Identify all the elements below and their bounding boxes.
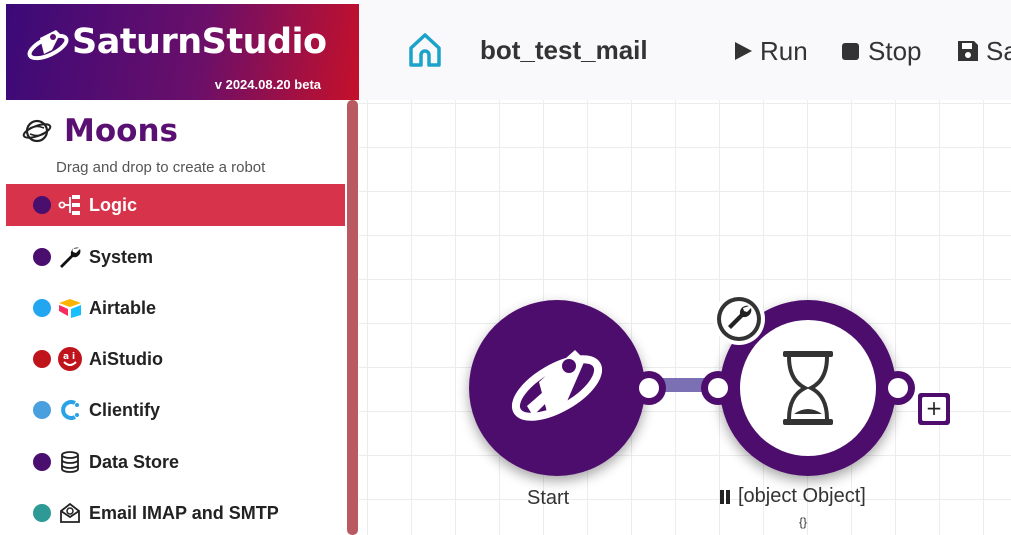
run-label: Run xyxy=(760,35,808,66)
category-label: System xyxy=(89,246,154,267)
wait-node-label: [object Object] xyxy=(738,485,866,507)
play-icon xyxy=(735,42,752,60)
category-dot xyxy=(33,453,51,471)
stop-button[interactable]: Stop xyxy=(840,34,922,68)
saturn-planet-icon xyxy=(22,119,52,143)
category-dot xyxy=(33,196,51,214)
database-icon xyxy=(57,449,83,475)
category-label: Logic xyxy=(89,194,137,215)
bot-name: bot_test_mail xyxy=(480,35,648,65)
save-button[interactable]: Sa xyxy=(956,34,1011,68)
saturn-logo-icon xyxy=(27,30,69,61)
category-system[interactable]: System xyxy=(6,236,345,278)
brand-header: SaturnStudio v 2024.08.20 beta xyxy=(6,4,359,100)
wait-node-sublabel: {} xyxy=(799,515,808,529)
sidebar: SaturnStudio v 2024.08.20 beta Moons Dra… xyxy=(0,0,359,535)
sidebar-scrollbar-thumb[interactable] xyxy=(347,100,358,535)
start-node-label: Start xyxy=(527,487,570,509)
pause-icon xyxy=(720,489,730,504)
category-dot xyxy=(33,248,51,266)
moons-title: Moons xyxy=(64,113,178,149)
airtable-icon xyxy=(57,295,83,321)
svg-text:a: a xyxy=(63,352,69,362)
run-button[interactable]: Run xyxy=(732,34,808,68)
logic-tree-icon xyxy=(57,192,83,218)
clientify-icon xyxy=(57,397,83,423)
aistudio-icon: a i xyxy=(57,346,83,372)
workflow-canvas[interactable]: + Start [object Object] {} xyxy=(359,100,1011,535)
workflow-graph: + xyxy=(469,293,950,476)
start-output-port-inner xyxy=(639,378,659,398)
category-label: Clientify xyxy=(89,399,161,420)
add-node-button[interactable]: + xyxy=(918,393,950,425)
wait-output-port-inner xyxy=(888,378,908,398)
category-label: Email IMAP and SMTP xyxy=(89,502,279,523)
moons-subtitle: Drag and drop to create a robot xyxy=(56,159,266,176)
start-node[interactable] xyxy=(469,300,645,476)
svg-text:i: i xyxy=(72,352,75,362)
save-icon xyxy=(958,41,978,61)
category-airtable[interactable]: Airtable xyxy=(6,287,345,329)
brand-name: SaturnStudio xyxy=(72,22,327,62)
home-icon[interactable] xyxy=(407,30,443,70)
add-button-label: + xyxy=(926,396,943,420)
category-dot xyxy=(33,350,51,368)
stop-icon xyxy=(842,43,859,60)
category-dot xyxy=(33,504,51,522)
brand-version: v 2024.08.20 beta xyxy=(214,77,321,92)
category-label: Airtable xyxy=(89,297,157,318)
email-icon xyxy=(57,500,83,526)
save-label: Sa xyxy=(986,35,1011,66)
stop-label: Stop xyxy=(868,35,922,66)
wait-input-port-inner xyxy=(708,378,728,398)
category-label: AiStudio xyxy=(89,348,163,369)
category-clientify[interactable]: Clientify xyxy=(6,389,345,431)
toolbar: bot_test_mail Run Stop Sa xyxy=(359,0,1011,100)
category-dot xyxy=(33,401,51,419)
category-email-imap-smtp[interactable]: Email IMAP and SMTP xyxy=(6,492,345,534)
wait-node-label-row: [object Object] xyxy=(718,485,866,508)
category-label: Data Store xyxy=(89,451,180,472)
category-logic[interactable]: Logic xyxy=(6,184,345,226)
category-data-store[interactable]: Data Store xyxy=(6,441,345,483)
moons-header: Moons xyxy=(22,113,178,149)
category-aistudio[interactable]: a i AiStudio xyxy=(6,338,345,380)
node-settings-button[interactable] xyxy=(713,293,765,345)
wrench-icon xyxy=(57,244,83,270)
category-dot xyxy=(33,299,51,317)
